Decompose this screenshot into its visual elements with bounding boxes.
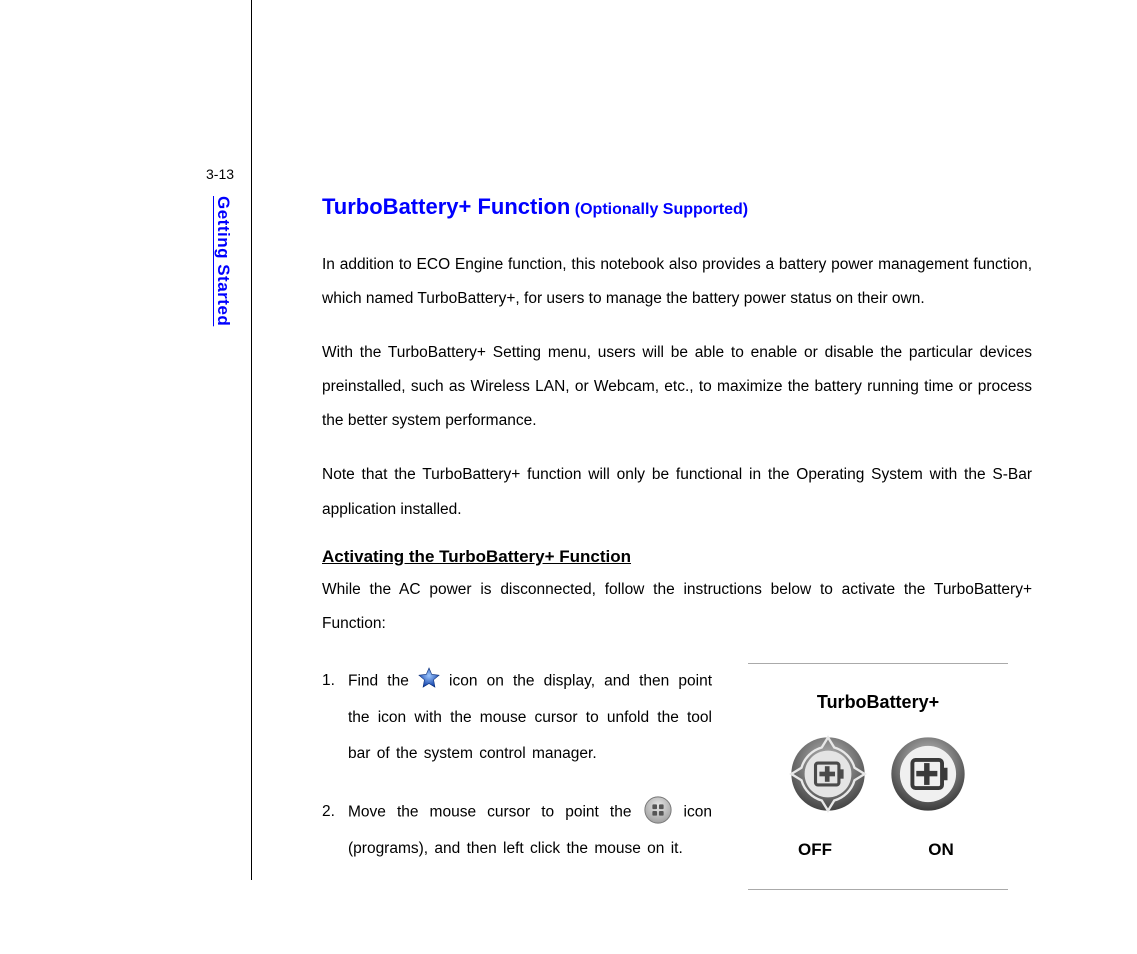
subheading: Activating the TurboBattery+ Function xyxy=(322,547,1032,567)
step-body: Find the icon on the disp xyxy=(348,663,712,773)
step-1: 1. Find the xyxy=(322,663,712,773)
widget-icons xyxy=(758,735,998,818)
title-sub: (Optionally Supported) xyxy=(575,201,748,218)
turbobattery-widget: TurboBattery+ xyxy=(748,663,1008,890)
star-icon xyxy=(418,663,440,699)
title: TurboBattery+ Function (Optionally Suppo… xyxy=(322,194,1032,220)
steps-list: 1. Find the xyxy=(322,663,712,890)
step-number: 2. xyxy=(322,794,348,867)
widget-labels: OFF ON xyxy=(758,840,998,860)
paragraph-3: Note that the TurboBattery+ function wil… xyxy=(322,458,1032,526)
section-label: Getting Started xyxy=(213,196,233,326)
programs-icon xyxy=(643,794,673,830)
step-2: 2. Move the mouse cursor to point the xyxy=(322,794,712,867)
turbobattery-on-icon xyxy=(889,735,967,818)
intro-paragraph: While the AC power is disconnected, foll… xyxy=(322,573,1032,641)
page: 3-13 Getting Started TurboBattery+ Funct… xyxy=(0,0,1137,954)
step-2-text-a: Move the mouse cursor to point the xyxy=(348,804,643,821)
columns: 1. Find the xyxy=(322,663,1032,890)
off-label: OFF xyxy=(776,840,854,860)
main-content: TurboBattery+ Function (Optionally Suppo… xyxy=(322,194,1032,890)
on-label: ON xyxy=(902,840,980,860)
title-main: TurboBattery+ Function xyxy=(322,194,570,219)
step-1-text-a: Find the xyxy=(348,672,418,689)
vertical-rule xyxy=(251,0,252,880)
paragraph-1: In addition to ECO Engine function, this… xyxy=(322,248,1032,316)
page-number: 3-13 xyxy=(206,166,234,182)
paragraph-2: With the TurboBattery+ Setting menu, use… xyxy=(322,336,1032,438)
turbobattery-off-icon xyxy=(789,735,867,818)
step-body: Move the mouse cursor to point the xyxy=(348,794,712,867)
widget-title: TurboBattery+ xyxy=(758,692,998,713)
step-number: 1. xyxy=(322,663,348,773)
